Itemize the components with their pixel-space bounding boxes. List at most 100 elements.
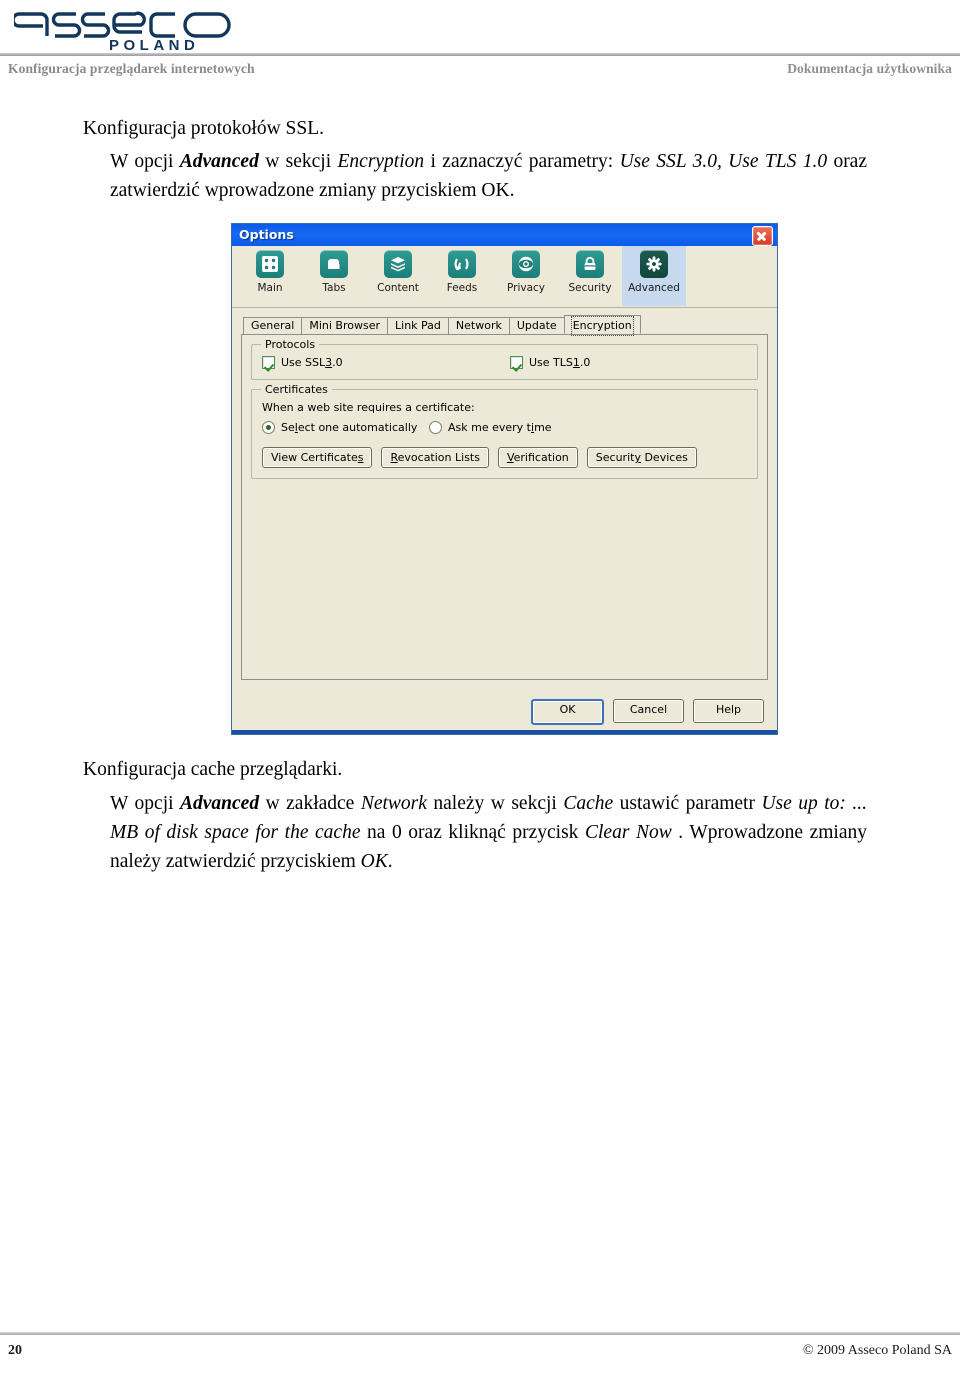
p2-t1: W opcji xyxy=(110,793,181,814)
encryption-tab-panel: Protocols Use SSL 3.0 Use TLS 1.0 Certif… xyxy=(241,335,768,680)
radio-select-automatically[interactable]: Se l ect one automatically xyxy=(262,421,429,434)
toolbar-label-tabs: Tabs xyxy=(322,282,346,294)
checkbox-icon-ssl[interactable] xyxy=(262,356,275,369)
certificates-group: Certificates When a web site requires a … xyxy=(251,383,758,479)
revocation-lists-mnemonic: R xyxy=(390,451,398,464)
p2-t2: w zakładce xyxy=(259,793,361,814)
tab-link-pad-label: Link Pad xyxy=(395,319,441,332)
toolbar-label-content: Content xyxy=(377,282,419,294)
certificate-radio-row: Se l ect one automatically Ask me every ti… xyxy=(262,421,747,434)
p2-ok: OK xyxy=(360,851,388,872)
logo-subtext: POLAND xyxy=(109,37,199,52)
protocols-group-title: Protocols xyxy=(261,338,320,351)
ok-button[interactable]: OK xyxy=(531,699,604,725)
use-tls-label-b: .0 xyxy=(579,356,591,369)
use-ssl-label-b: .0 xyxy=(332,356,343,369)
tab-update[interactable]: Update xyxy=(508,317,565,334)
use-ssl-label-a: Use SSL xyxy=(281,356,326,369)
radio-ask-label-b: me xyxy=(534,421,552,434)
certificate-buttons-row: View Certificates Revocation Lists Verif… xyxy=(262,447,747,468)
section-1-heading: Konfiguracja protokołów SSL. xyxy=(83,118,325,139)
toolbar-label-advanced: Advanced xyxy=(628,282,680,294)
view-certificates-button[interactable]: View Certificates xyxy=(262,447,373,468)
tab-encryption-label: Encryption xyxy=(570,316,634,336)
security-devices-button[interactable]: Security Devices xyxy=(586,447,697,468)
dialog-toolbar: Main Tabs Content Feeds Privacy Security… xyxy=(232,246,777,308)
tab-network[interactable]: Network xyxy=(447,317,510,334)
rss-icon xyxy=(448,250,476,278)
toolbar-item-advanced[interactable]: Advanced xyxy=(622,246,686,306)
security-devices-label-b: Devices xyxy=(640,451,688,464)
checkbox-icon-tls[interactable] xyxy=(510,356,523,369)
use-ssl-mnemonic: 3 xyxy=(325,356,333,369)
use-tls-label-a: Use TLS xyxy=(529,356,573,369)
asseco-logo: POLAND xyxy=(14,2,239,52)
toolbar-item-content[interactable]: Content xyxy=(366,246,430,306)
p1-advanced: Advanced xyxy=(179,151,259,172)
radio-auto-label-a: Se xyxy=(281,421,295,434)
tabs-icon xyxy=(320,250,348,278)
page-number: 20 xyxy=(8,1343,22,1358)
dialog-title: Options xyxy=(239,227,294,242)
close-icon[interactable] xyxy=(752,226,773,246)
p2-cache: Cache xyxy=(563,793,614,814)
radio-icon-ask[interactable] xyxy=(429,421,442,434)
toolbar-label-main: Main xyxy=(257,282,283,294)
protocols-group: Protocols Use SSL 3.0 Use TLS 1.0 xyxy=(251,338,758,380)
dialog-bottom-accent xyxy=(232,730,777,734)
radio-auto-label-b: ect one automatically xyxy=(297,421,418,434)
toolbar-item-tabs[interactable]: Tabs xyxy=(302,246,366,306)
page-header: POLAND Konfiguracja przeglądarek interne… xyxy=(0,0,960,95)
section-1-paragraph: W opcji Advanced w sekcji Encryption i z… xyxy=(110,147,867,205)
certificates-group-title: Certificates xyxy=(261,383,332,396)
toolbar-label-privacy: Privacy xyxy=(506,282,546,294)
use-tls-checkbox[interactable]: Use TLS 1.0 xyxy=(510,356,590,369)
tab-network-label: Network xyxy=(455,319,502,332)
toolbar-item-privacy[interactable]: Privacy xyxy=(494,246,558,306)
dialog-button-bar: OK Cancel Help xyxy=(531,699,764,725)
radio-icon-auto[interactable] xyxy=(262,421,275,434)
tab-mini-browser[interactable]: Mini Browser xyxy=(301,317,389,334)
verification-mnemonic: V xyxy=(506,451,514,464)
grid-icon xyxy=(256,250,284,278)
p2-advanced: Advanced xyxy=(180,793,260,814)
dialog-titlebar[interactable]: Options xyxy=(232,224,777,246)
header-divider xyxy=(0,53,960,56)
p1-t2: w sekcji xyxy=(258,151,338,172)
radio-ask-label-a: Ask me every t xyxy=(448,421,531,434)
toolbar-item-main[interactable]: Main xyxy=(238,246,302,306)
help-button[interactable]: Help xyxy=(693,699,764,723)
tab-link-pad[interactable]: Link Pad xyxy=(387,317,449,334)
copyright-notice: © 2009 Asseco Poland SA xyxy=(802,1343,952,1358)
toolbar-label-feeds: Feeds xyxy=(446,282,478,294)
p2-t7: . xyxy=(387,851,393,872)
stack-icon xyxy=(384,250,412,278)
options-dialog: Options Main Tabs Content Feeds Privacy … xyxy=(231,223,778,735)
revocation-lists-label-b: evocation Lists xyxy=(397,451,480,464)
tab-update-label: Update xyxy=(516,319,557,332)
footer-divider xyxy=(0,1332,960,1335)
gear-icon xyxy=(640,250,668,278)
header-left-title: Konfiguracja przeglądarek internetowych xyxy=(8,61,255,76)
verification-label-b: erification xyxy=(513,451,569,464)
p2-t5: na 0 oraz kliknąć przycisk xyxy=(360,822,585,843)
use-tls-mnemonic: 1 xyxy=(572,356,580,369)
radio-ask-every-time[interactable]: Ask me every t i me xyxy=(429,421,552,434)
p1-encryption: Encryption xyxy=(337,151,425,172)
p2-t3: należy w sekcji xyxy=(426,793,564,814)
security-devices-label-a: Securit xyxy=(595,451,635,464)
eye-icon xyxy=(512,250,540,278)
lock-icon xyxy=(576,250,604,278)
certificate-prompt: When a web site requires a certificate: xyxy=(262,401,475,414)
tab-general[interactable]: General xyxy=(243,317,303,334)
toolbar-item-security[interactable]: Security xyxy=(558,246,622,306)
tab-mini-browser-label: Mini Browser xyxy=(309,319,381,332)
cancel-button[interactable]: Cancel xyxy=(613,699,684,723)
tab-encryption[interactable]: Encryption xyxy=(563,315,641,336)
toolbar-item-feeds[interactable]: Feeds xyxy=(430,246,494,306)
section-2-paragraph: W opcji Advanced w zakładce Network nale… xyxy=(110,789,867,876)
revocation-lists-button[interactable]: Revocation Lists xyxy=(381,447,489,468)
section-2-heading: Konfiguracja cache przeglądarki. xyxy=(83,759,343,780)
use-ssl-checkbox[interactable]: Use SSL 3.0 xyxy=(262,356,510,369)
verification-button[interactable]: Verification xyxy=(497,447,578,468)
